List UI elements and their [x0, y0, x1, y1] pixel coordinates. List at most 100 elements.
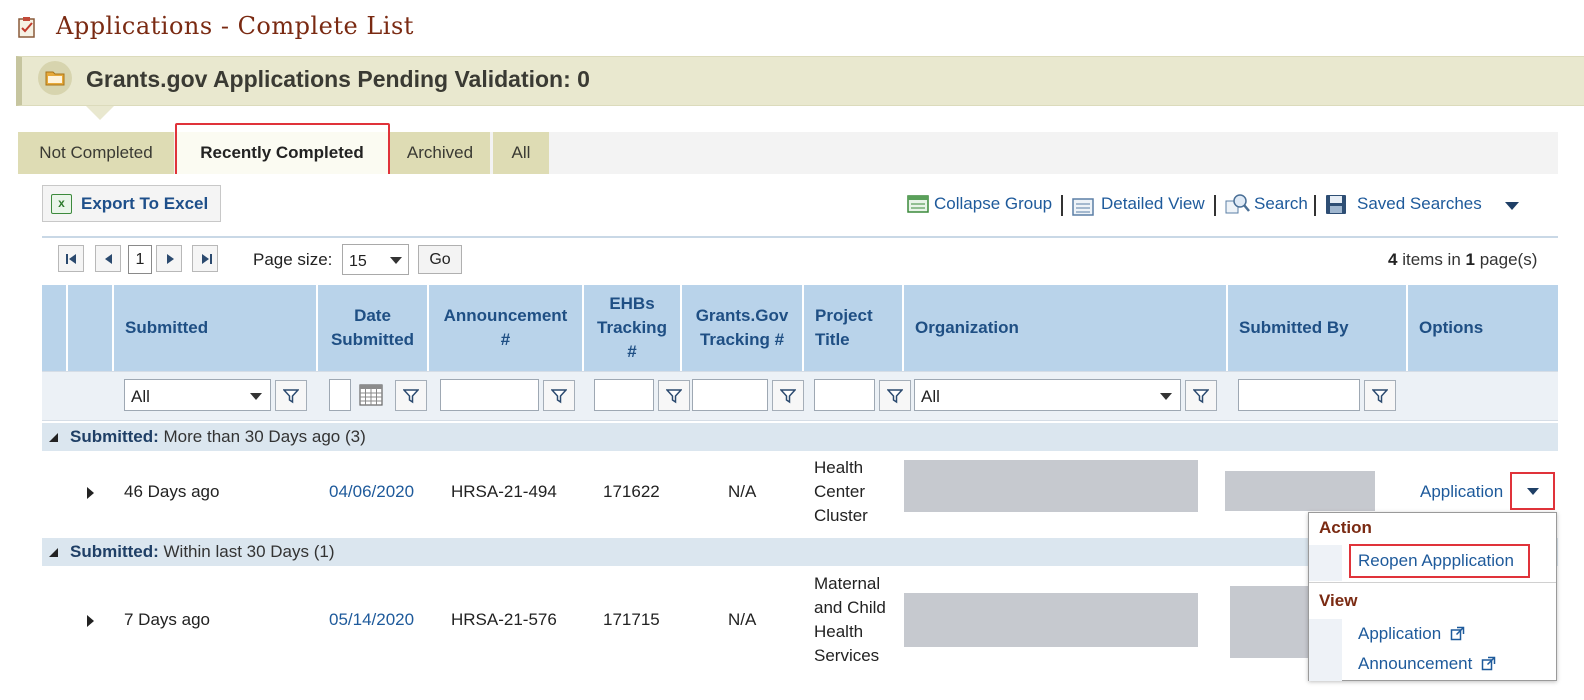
- menu-gutter: [1309, 545, 1342, 581]
- grantsgov-tracking-filter-input[interactable]: [692, 379, 768, 411]
- clipboard-check-icon: [16, 16, 38, 38]
- cell-project-title: Maternal and Child Health Services: [814, 572, 886, 668]
- submitted-by-filter-input[interactable]: [1238, 379, 1360, 411]
- header-group-col: [42, 285, 68, 371]
- funnel-filter-icon[interactable]: [879, 380, 911, 411]
- saved-searches-dropdown-icon[interactable]: [1505, 202, 1519, 210]
- header-expand-col: [68, 285, 114, 371]
- header-grantsgov-line2: Tracking #: [699, 330, 785, 349]
- view-announcement-label: Announcement: [1358, 654, 1473, 673]
- header-submitted[interactable]: Submitted: [114, 285, 318, 371]
- menu-heading-view: View: [1319, 591, 1358, 610]
- header-project-line2: Title: [815, 330, 850, 349]
- group-label: Submitted: More than 30 Days ago (3): [70, 427, 366, 447]
- detailed-view-icon[interactable]: [1071, 196, 1095, 218]
- header-ehbs-line1: EHBs: [609, 294, 655, 313]
- project-title-line: Cluster: [814, 506, 868, 525]
- project-title-filter-input[interactable]: [814, 379, 875, 411]
- group-label-value: More than 30 Days ago (3): [163, 427, 366, 446]
- current-page-number[interactable]: 1: [128, 245, 152, 274]
- cell-grantsgov-tracking: N/A: [728, 610, 757, 629]
- header-announcement-line2: #: [500, 330, 511, 349]
- items-info: 4 items in 1 page(s): [1388, 250, 1537, 270]
- toolbar-separator: [1314, 195, 1316, 216]
- funnel-filter-icon[interactable]: [1185, 380, 1217, 411]
- collapse-triangle-icon[interactable]: [49, 433, 58, 442]
- reopen-highlight-box: [1349, 544, 1530, 578]
- export-to-excel-button[interactable]: x Export To Excel: [42, 185, 221, 222]
- go-button[interactable]: Go: [418, 245, 462, 274]
- pending-validation-text: Grants.gov Applications Pending Validati…: [86, 66, 590, 92]
- last-page-button[interactable]: [192, 245, 218, 272]
- submitted-filter-select[interactable]: All: [124, 379, 271, 411]
- save-disk-icon[interactable]: [1324, 193, 1348, 215]
- collapse-group-link[interactable]: Collapse Group: [934, 194, 1052, 214]
- announcement-filter-input[interactable]: [440, 379, 539, 411]
- redacted-submitted-by: [1225, 471, 1375, 511]
- project-title-line: and Child: [814, 598, 886, 617]
- chevron-down-icon: [390, 257, 402, 264]
- header-organization[interactable]: Organization: [904, 285, 1228, 371]
- header-date-line2: Submitted: [330, 330, 415, 349]
- header-grantsgov-tracking[interactable]: Grants.Gov Tracking #: [682, 285, 804, 371]
- application-option-link[interactable]: Application: [1420, 482, 1503, 502]
- view-announcement-menu-item[interactable]: Announcement: [1358, 654, 1496, 674]
- date-filter-input[interactable]: [329, 379, 351, 411]
- menu-gutter: [1309, 619, 1342, 681]
- export-to-excel-label: Export To Excel: [81, 194, 209, 213]
- tab-not-completed[interactable]: Not Completed: [18, 132, 174, 174]
- tab-archived[interactable]: Archived: [390, 132, 490, 174]
- tab-highlight-box: [175, 123, 390, 181]
- folder-icon: [38, 61, 72, 95]
- calendar-icon[interactable]: [357, 381, 385, 409]
- cell-ehbs-tracking: 171622: [603, 482, 660, 501]
- funnel-filter-icon[interactable]: [543, 380, 575, 411]
- saved-searches-link[interactable]: Saved Searches: [1357, 194, 1482, 214]
- page-size-value: 15: [349, 253, 367, 270]
- pages-count: 1: [1465, 250, 1475, 269]
- header-ehbs-tracking[interactable]: EHBs Tracking #: [584, 285, 682, 371]
- page-size-select[interactable]: 15: [342, 244, 409, 275]
- header-submitted-by-label: Submitted By: [1239, 318, 1349, 337]
- previous-page-button[interactable]: [95, 245, 121, 272]
- header-submitted-label: Submitted: [125, 318, 209, 337]
- funnel-filter-icon[interactable]: [772, 380, 804, 411]
- header-grantsgov-line1: Grants.Gov: [695, 306, 789, 325]
- header-submitted-by[interactable]: Submitted By: [1228, 285, 1408, 371]
- collapse-group-icon[interactable]: [906, 193, 930, 215]
- first-page-button[interactable]: [58, 245, 84, 272]
- ehbs-tracking-filter-input[interactable]: [594, 379, 654, 411]
- search-link[interactable]: Search: [1254, 194, 1308, 214]
- tab-all[interactable]: All: [493, 132, 549, 174]
- header-ehbs-line2: Tracking: [597, 318, 667, 337]
- menu-heading-action: Action: [1319, 518, 1372, 537]
- chevron-down-icon: [250, 393, 262, 400]
- project-title-line: Center: [814, 482, 866, 501]
- funnel-filter-icon[interactable]: [275, 380, 307, 411]
- header-project-title[interactable]: Project Title: [804, 285, 904, 371]
- collapse-triangle-icon[interactable]: [49, 548, 58, 557]
- funnel-filter-icon[interactable]: [395, 380, 427, 411]
- cell-date-submitted: 05/14/2020: [329, 610, 415, 629]
- redacted-submitted-by: [1230, 586, 1310, 658]
- organization-filter-value: All: [921, 387, 940, 406]
- options-dropdown-button[interactable]: [1510, 472, 1555, 510]
- cell-announcement: HRSA-21-576: [451, 610, 557, 629]
- funnel-filter-icon[interactable]: [1364, 380, 1396, 411]
- funnel-filter-icon[interactable]: [658, 380, 690, 411]
- header-date-submitted[interactable]: Date Submitted: [318, 285, 429, 371]
- cell-announcement: HRSA-21-494: [451, 482, 557, 501]
- expand-row-icon[interactable]: [87, 615, 94, 627]
- excel-icon: x: [51, 194, 72, 214]
- external-link-icon: [1481, 656, 1496, 671]
- next-page-button[interactable]: [156, 245, 182, 272]
- expand-row-icon[interactable]: [87, 487, 94, 499]
- detailed-view-link[interactable]: Detailed View: [1101, 194, 1205, 214]
- redacted-organization: [904, 593, 1198, 647]
- organization-filter-select[interactable]: All: [914, 379, 1181, 411]
- search-icon[interactable]: [1224, 193, 1250, 215]
- view-application-menu-item[interactable]: Application: [1358, 624, 1465, 644]
- project-title-line: Health: [814, 622, 864, 641]
- group-row[interactable]: Submitted: More than 30 Days ago (3): [42, 423, 1558, 451]
- header-announcement[interactable]: Announcement #: [429, 285, 584, 371]
